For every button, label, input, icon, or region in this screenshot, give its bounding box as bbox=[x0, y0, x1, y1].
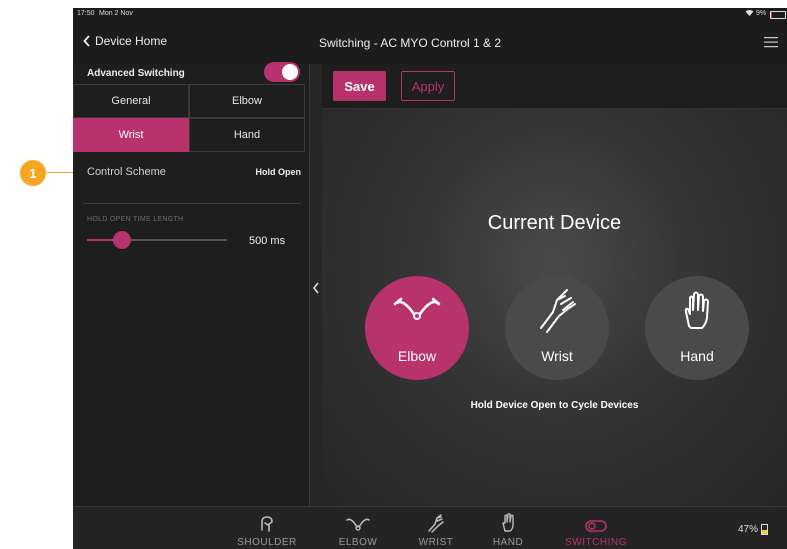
battery-icon bbox=[770, 11, 786, 19]
top-nav: Device Home Switching - AC MYO Control 1… bbox=[73, 22, 787, 64]
hold-open-value: 500 ms bbox=[249, 235, 286, 247]
tab-wrist[interactable]: Wrist bbox=[73, 118, 189, 152]
tab-label: HAND bbox=[492, 537, 524, 548]
tab-label: WRIST bbox=[418, 537, 454, 548]
tab-label: Wrist bbox=[118, 129, 144, 141]
device-hand-button[interactable]: Hand bbox=[645, 276, 749, 380]
hold-open-label: HOLD OPEN TIME LENGTH bbox=[87, 216, 184, 223]
tab-label: SHOULDER bbox=[237, 537, 297, 548]
tab-general[interactable]: General bbox=[73, 84, 189, 118]
control-scheme-value: Hold Open bbox=[255, 167, 302, 177]
wrist-icon bbox=[540, 289, 576, 333]
hand-icon bbox=[684, 291, 709, 329]
tab-elbow-bottom[interactable]: ELBOW bbox=[325, 507, 391, 549]
tab-shoulder[interactable]: SHOULDER bbox=[225, 507, 309, 549]
chevron-left-icon bbox=[312, 282, 319, 294]
tab-label: ELBOW bbox=[338, 537, 378, 548]
tab-elbow[interactable]: Elbow bbox=[189, 84, 305, 118]
hold-open-slider[interactable] bbox=[87, 231, 227, 249]
wifi-icon bbox=[745, 9, 754, 19]
control-scheme-label: Control Scheme bbox=[87, 166, 166, 178]
slider-knob[interactable] bbox=[113, 231, 131, 249]
ipad-screen: 17:50 Mon 2 Nov 9% Device Home Switching… bbox=[73, 8, 787, 549]
tab-switching[interactable]: SWITCHING bbox=[553, 507, 639, 549]
callout-number: 1 bbox=[29, 165, 37, 181]
current-device-heading: Current Device bbox=[487, 212, 622, 234]
tab-label: Elbow bbox=[232, 95, 262, 107]
status-date: Mon 2 Nov bbox=[99, 10, 133, 17]
device-label: Elbow bbox=[397, 348, 437, 364]
cycle-hint: Hold Device Open to Cycle Devices bbox=[470, 400, 639, 411]
page-title: Switching - AC MYO Control 1 & 2 bbox=[319, 36, 502, 50]
advanced-switching-label: Advanced Switching bbox=[87, 68, 185, 79]
device-label: Wrist bbox=[541, 348, 573, 364]
hand-icon bbox=[502, 513, 514, 532]
device-battery-value: 47% bbox=[738, 524, 759, 535]
chevron-left-icon bbox=[83, 35, 90, 47]
menu-button[interactable] bbox=[764, 35, 778, 53]
wrist-icon bbox=[428, 514, 444, 533]
divider bbox=[83, 203, 301, 204]
back-button[interactable]: Device Home bbox=[83, 34, 167, 48]
device-stage: Current Device Elbow Wrist Hand Hold Dev… bbox=[322, 64, 787, 506]
bottom-tab-bar: SHOULDER ELBOW WRIST HAND SWITCHING 47% bbox=[73, 506, 787, 549]
toolbar: Save Apply bbox=[322, 64, 787, 109]
settings-panel: Advanced Switching General Elbow Wrist H… bbox=[73, 62, 309, 506]
callout-badge: 1 bbox=[20, 160, 46, 186]
tab-hand[interactable]: Hand bbox=[189, 118, 305, 152]
hamburger-icon bbox=[764, 37, 778, 48]
device-battery: 47% bbox=[738, 524, 769, 535]
back-label: Device Home bbox=[95, 34, 168, 48]
battery-icon bbox=[761, 524, 769, 535]
control-scheme-row[interactable]: Control Scheme Hold Open bbox=[73, 154, 309, 192]
elbow-icon bbox=[393, 297, 441, 320]
status-battery: 9% bbox=[756, 10, 767, 17]
tab-label: SWITCHING bbox=[565, 537, 627, 548]
tab-label: Hand bbox=[233, 129, 261, 141]
device-wrist-button[interactable]: Wrist bbox=[505, 276, 609, 380]
tab-wrist-bottom[interactable]: WRIST bbox=[403, 507, 469, 549]
toggle-icon bbox=[585, 520, 607, 532]
shoulder-icon bbox=[261, 516, 273, 532]
save-button[interactable]: Save bbox=[333, 71, 386, 101]
elbow-icon bbox=[346, 518, 370, 531]
collapse-panel-handle[interactable] bbox=[310, 64, 322, 506]
apply-button[interactable]: Apply bbox=[401, 71, 455, 101]
device-elbow-button[interactable]: Elbow bbox=[365, 276, 469, 380]
status-bar: 17:50 Mon 2 Nov 9% bbox=[73, 8, 787, 22]
status-time: 17:50 bbox=[77, 10, 95, 17]
tab-label: General bbox=[111, 95, 151, 107]
advanced-switching-toggle[interactable] bbox=[264, 62, 300, 82]
tab-hand-bottom[interactable]: HAND bbox=[475, 507, 541, 549]
device-label: Hand bbox=[680, 348, 714, 364]
toggle-knob bbox=[282, 64, 298, 80]
